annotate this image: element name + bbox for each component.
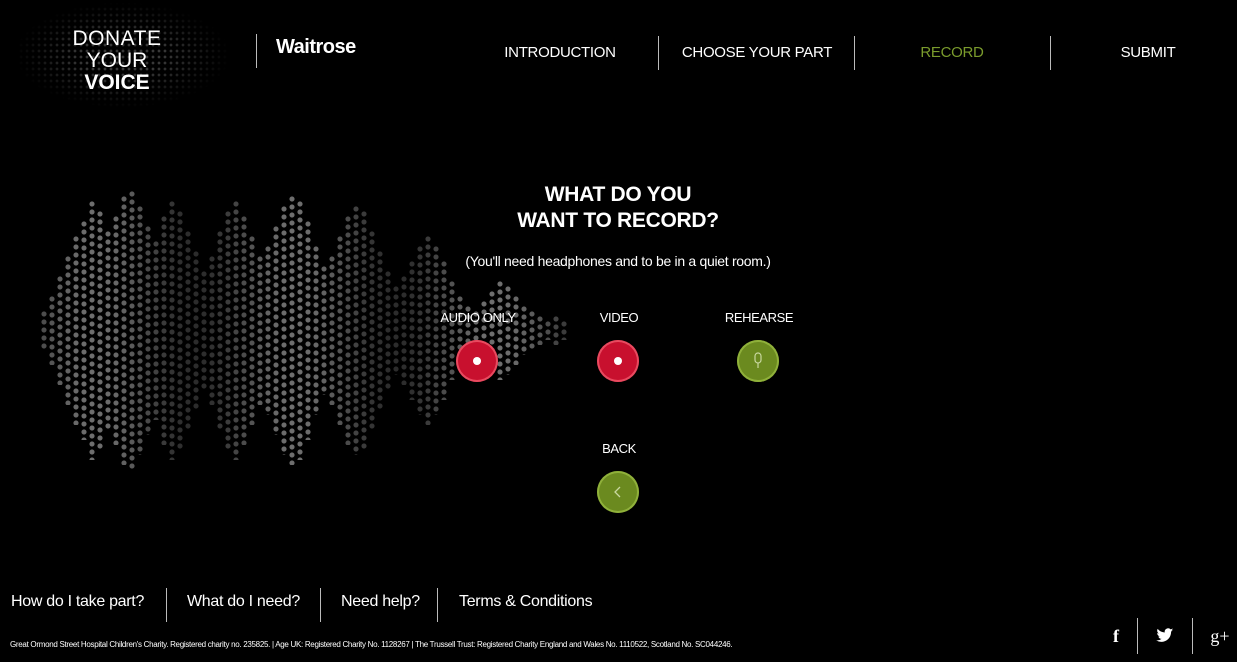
- waveform-dot-column: [80, 220, 88, 440]
- waveform-dot-column: [376, 250, 384, 410]
- twitter-icon[interactable]: [1145, 626, 1185, 648]
- waveform-dot-column: [352, 205, 360, 455]
- waveform-dot-column: [168, 200, 176, 460]
- logo-line-2: YOUR VOICE: [84, 49, 150, 94]
- waveform-dot-column: [416, 245, 424, 415]
- waveform-dot-column: [200, 270, 208, 390]
- waveform-dot-column: [264, 245, 272, 415]
- donate-your-voice-logo[interactable]: DONATE YOUR VOICE: [52, 28, 182, 94]
- waveform-dot-column: [136, 205, 144, 455]
- waveform-dot-column: [128, 190, 136, 470]
- nav-submit[interactable]: SUBMIT: [1050, 44, 1237, 61]
- twitter-bird-icon: [1156, 628, 1174, 642]
- chevron-left-icon: [614, 486, 621, 498]
- waveform-dot-column: [336, 235, 344, 425]
- waveform-dot-column: [144, 225, 152, 435]
- audio-only-label: AUDIO ONLY: [440, 310, 516, 325]
- waveform-dot-column: [160, 215, 168, 445]
- nav-record[interactable]: RECORD: [854, 44, 1050, 61]
- waveform-dot-column: [320, 265, 328, 395]
- rehearse-label: REHEARSE: [724, 310, 794, 325]
- waveform-dot-column: [504, 285, 512, 375]
- footer-divider: [320, 588, 321, 622]
- page-subtitle: (You'll need headphones and to be in a q…: [465, 253, 771, 269]
- legal-text: Great Ormond Street Hospital Children's …: [10, 640, 733, 649]
- waveform-dot-column: [368, 230, 376, 430]
- waveform-dot-column: [240, 215, 248, 445]
- waveform-dot-column: [88, 200, 96, 460]
- waveform-dot-column: [304, 220, 312, 440]
- waveform-dot-column: [272, 225, 280, 435]
- nav-introduction[interactable]: INTRODUCTION: [462, 44, 658, 61]
- footer-divider: [437, 588, 438, 622]
- waveform-dot-column: [408, 260, 416, 400]
- waveform-dot-column: [216, 230, 224, 430]
- waveform-dot-column: [64, 255, 72, 405]
- waveform-dot-column: [544, 320, 552, 340]
- footer-terms-and-conditions[interactable]: Terms & Conditions: [459, 593, 593, 611]
- waveform-dot-column: [448, 280, 456, 380]
- waveform-dot-column: [112, 215, 120, 445]
- waveform-dot-column: [40, 310, 48, 350]
- waveform-dot-column: [56, 275, 64, 385]
- waveform-dot-column: [384, 270, 392, 390]
- footer-need-help[interactable]: Need help?: [341, 593, 420, 611]
- waveform-dot-column: [280, 205, 288, 455]
- back-label: BACK: [602, 441, 636, 456]
- waveform-dot-column: [184, 230, 192, 430]
- facebook-icon[interactable]: f: [1096, 626, 1136, 647]
- footer-what-do-i-need[interactable]: What do I need?: [187, 593, 300, 611]
- google-plus-icon[interactable]: g+: [1200, 626, 1237, 647]
- waveform-dot-column: [224, 210, 232, 450]
- waveform-dot-column: [152, 240, 160, 420]
- waveform-dot-column: [48, 295, 56, 365]
- waveform-dot-column: [512, 295, 520, 365]
- footer-how-do-i-take-part[interactable]: How do I take part?: [11, 593, 144, 611]
- page-title: WHAT DO YOU WANT TO RECORD?: [517, 183, 719, 232]
- waveform-dot-column: [312, 245, 320, 415]
- logo-line-1: DONATE: [72, 27, 162, 50]
- rehearse-button[interactable]: [737, 340, 779, 382]
- waveform-dot-column: [328, 255, 336, 405]
- waveform-dot-column: [440, 260, 448, 400]
- record-dot-icon: [614, 357, 622, 365]
- video-label: VIDEO: [599, 310, 639, 325]
- waveform-dot-column: [72, 235, 80, 425]
- waveform-dot-column: [104, 230, 112, 430]
- waveform-dot-column: [256, 255, 264, 405]
- waveform-dot-column: [120, 195, 128, 465]
- waveform-dot-column: [392, 285, 400, 375]
- waveform-dot-column: [288, 195, 296, 465]
- record-dot-icon: [473, 357, 481, 365]
- microphone-icon: [754, 352, 762, 368]
- video-record-button[interactable]: [597, 340, 639, 382]
- nav-choose-your-part[interactable]: CHOOSE YOUR PART: [659, 44, 855, 61]
- back-button[interactable]: [597, 471, 639, 513]
- waveform-dot-column: [248, 235, 256, 425]
- waveform-dot-column: [344, 215, 352, 445]
- waveform-dot-column: [360, 210, 368, 450]
- waveform-dot-column: [432, 245, 440, 415]
- footer-divider: [166, 588, 167, 622]
- waitrose-logo[interactable]: Waitrose: [276, 36, 356, 59]
- waveform-dot-column: [176, 210, 184, 450]
- waveform-dot-column: [232, 200, 240, 460]
- social-divider: [1192, 618, 1193, 654]
- audio-only-record-button[interactable]: [456, 340, 498, 382]
- waveform-dot-column: [208, 255, 216, 405]
- waveform-dot-column: [192, 250, 200, 410]
- waveform-dot-column: [96, 210, 104, 450]
- waveform-dot-column: [400, 275, 408, 385]
- header-divider: [256, 34, 257, 68]
- waveform-dot-column: [296, 200, 304, 460]
- social-divider: [1137, 618, 1138, 654]
